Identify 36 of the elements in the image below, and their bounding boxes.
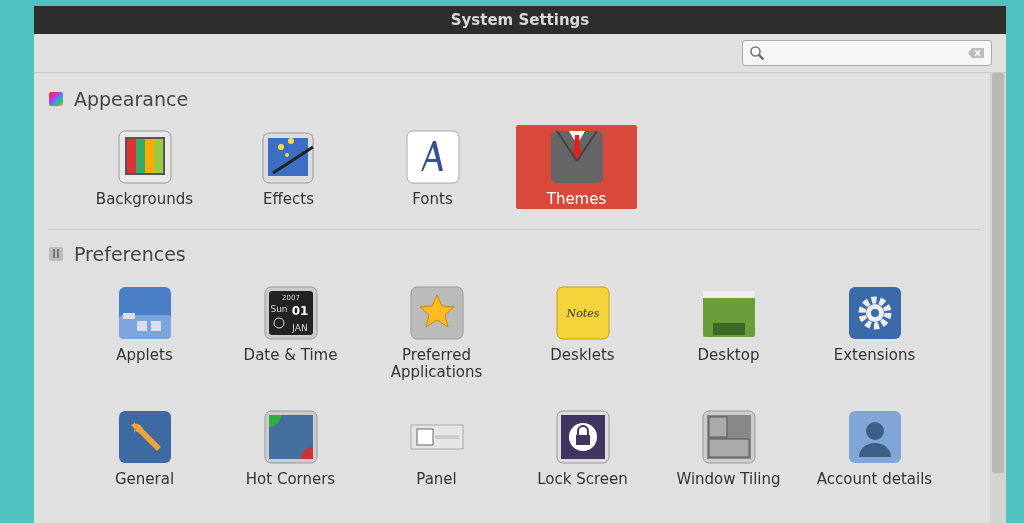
settings-item[interactable]: Fonts — [372, 125, 493, 209]
settings-item[interactable]: Preferred Applications — [376, 281, 497, 381]
search-icon — [749, 45, 765, 61]
color-stripes-icon — [116, 129, 173, 185]
scrollbar[interactable] — [990, 73, 1006, 523]
settings-item[interactable]: Themes — [516, 125, 637, 209]
section-title: Preferences — [74, 243, 186, 265]
settings-item[interactable]: Applets — [84, 281, 205, 381]
suit-icon — [548, 129, 605, 185]
preferences-icon — [48, 246, 64, 262]
settings-item[interactable]: Account details — [814, 405, 935, 489]
letter-a-icon — [404, 129, 461, 185]
lock-icon — [554, 409, 611, 465]
user-icon — [846, 409, 903, 465]
settings-item[interactable]: Effects — [228, 125, 349, 209]
hot-corners-icon — [262, 409, 319, 465]
settings-item[interactable]: Panel — [376, 405, 497, 489]
settings-item[interactable]: Window Tiling — [668, 405, 789, 489]
settings-item[interactable]: Backgrounds — [84, 125, 205, 209]
settings-item[interactable]: Hot Corners — [230, 405, 351, 489]
applets-icon — [116, 285, 173, 341]
settings-item[interactable]: Extensions — [814, 281, 935, 381]
search-field[interactable] — [742, 40, 992, 66]
settings-item[interactable]: Desktop — [668, 281, 789, 381]
clear-icon[interactable] — [967, 47, 985, 59]
palette-icon — [48, 91, 64, 107]
window-title: System Settings — [450, 11, 590, 29]
magic-wand-icon — [260, 129, 317, 185]
section-title: Appearance — [74, 88, 189, 110]
settings-item[interactable]: General — [84, 405, 205, 489]
settings-item[interactable]: Lock Screen — [522, 405, 643, 489]
settings-item[interactable]: Notes Desklets — [522, 281, 643, 381]
wrench-icon — [116, 409, 173, 465]
window-tiling-icon — [700, 409, 757, 465]
gear-icon — [846, 285, 903, 341]
note-icon: Notes — [554, 285, 611, 341]
